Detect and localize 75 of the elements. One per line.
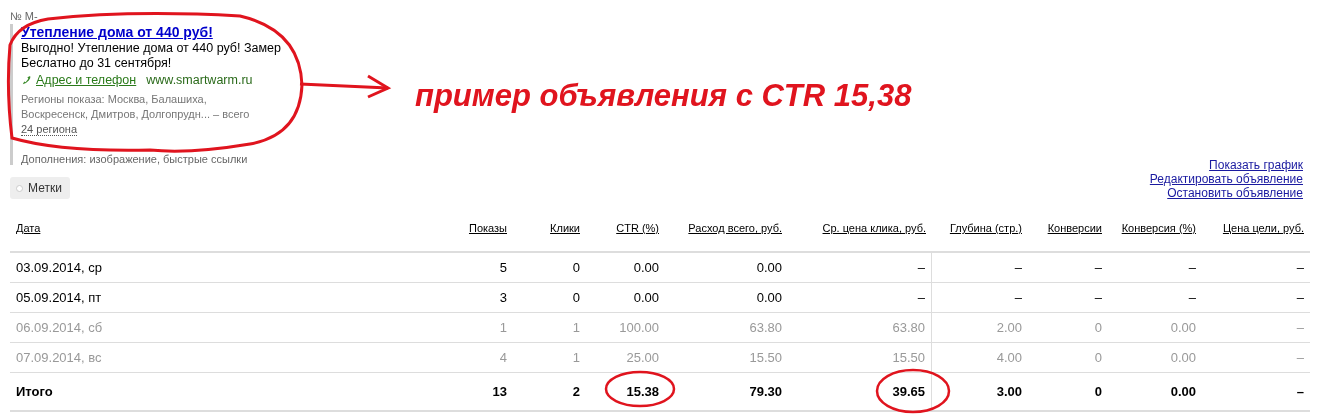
table-cell: 100.00 (619, 320, 659, 335)
ad-domain: www.smartwarm.ru (146, 73, 253, 87)
table-cell: 25.00 (626, 350, 659, 365)
action-link[interactable]: Показать график (1209, 158, 1303, 172)
total-cell: 0.00 (1170, 384, 1196, 399)
table-cell: 0.00 (1170, 320, 1196, 335)
ad-extras: Дополнения: изображение, быстрые ссылки (21, 153, 249, 165)
table-cell: – (1296, 260, 1304, 275)
column-header[interactable]: Цена цели, руб. (1222, 222, 1304, 234)
table-cell: 15.50 (892, 350, 925, 365)
tags-button[interactable]: Метки (10, 177, 70, 199)
table-cell: 4 (499, 350, 507, 365)
table-cell: – (1094, 290, 1102, 305)
total-cell: 3.00 (996, 384, 1022, 399)
total-cell: 39.65 (892, 384, 925, 399)
table-cell: 63.80 (892, 320, 925, 335)
table-cell: 06.09.2014, сб (16, 320, 103, 335)
total-cell: 2 (572, 384, 580, 399)
annotation-circle (604, 370, 676, 408)
table-cell: 1 (572, 320, 580, 335)
column-header[interactable]: Дата (16, 222, 41, 234)
table-cell: 0 (1094, 320, 1102, 335)
table-cell: – (1296, 320, 1304, 335)
column-header[interactable]: Конверсии (1047, 222, 1102, 234)
annotation-text: пример объявления с CTR 15,38 (415, 78, 912, 115)
table-cell: 1 (572, 350, 580, 365)
table-cell: 63.80 (749, 320, 782, 335)
table-cell: 0.00 (1170, 350, 1196, 365)
table-cell: – (1014, 260, 1022, 275)
table-cell: 0 (572, 260, 580, 275)
table-cell: 05.09.2014, пт (16, 290, 102, 305)
table-cell: 03.09.2014, ср (16, 260, 103, 275)
column-header[interactable]: Глубина (стр.) (949, 222, 1022, 234)
total-cell: Итого (16, 384, 53, 399)
column-header[interactable]: Ср. цена клика, руб. (822, 222, 926, 234)
table-cell: 1 (499, 320, 507, 335)
table-cell: 3 (499, 290, 507, 305)
table-cell: 0.00 (756, 260, 782, 275)
ad-title-link[interactable]: Утепление дома от 440 руб! (21, 24, 306, 40)
action-link[interactable]: Редактировать объявление (1149, 172, 1303, 186)
regions-text: Регионы показа: Москва, Балашиха, Воскресенск, Дмитров, Долгопрудн... – всего (21, 93, 250, 120)
table-cell: – (917, 260, 925, 275)
table-cell: – (917, 290, 925, 305)
column-header[interactable]: Конверсия (%) (1121, 222, 1196, 234)
table-cell: 07.09.2014, вс (16, 350, 102, 365)
regions-link[interactable]: 24 региона (21, 123, 77, 136)
action-link[interactable]: Остановить объявление (1167, 186, 1303, 200)
total-cell: 13 (492, 384, 507, 399)
table-cell: 0.00 (756, 290, 782, 305)
table-cell: 0 (1094, 350, 1102, 365)
contact-link[interactable]: Адрес и телефон (36, 73, 137, 87)
ad-text: Выгодно! Утепление дома от 440 руб! Замер Беслатно до 31 сентября! (21, 41, 282, 71)
column-header[interactable]: Расход всего, руб. (688, 222, 782, 234)
total-cell: – (1296, 384, 1304, 399)
total-cell: 15.38 (626, 384, 659, 399)
table-cell: 15.50 (749, 350, 782, 365)
table-cell: – (1014, 290, 1022, 305)
ad-number: № M- (10, 10, 39, 22)
table-cell: 0.00 (633, 290, 659, 305)
table-cell: – (1094, 260, 1102, 275)
phone-icon (21, 74, 32, 86)
table-cell: 0 (572, 290, 580, 305)
table-cell: – (1296, 350, 1304, 365)
column-header[interactable]: Клики (550, 222, 580, 234)
column-header[interactable]: CTR (%) (616, 222, 659, 234)
table-cell: 5 (499, 260, 507, 275)
table-cell: – (1296, 290, 1304, 305)
table-cell: – (1188, 290, 1196, 305)
table-cell: 2.00 (996, 320, 1022, 335)
table-cell: 0.00 (633, 260, 659, 275)
table-cell: 4.00 (996, 350, 1022, 365)
table-cell: – (1188, 260, 1196, 275)
total-cell: 0 (1094, 384, 1102, 399)
column-header[interactable]: Показы (468, 222, 507, 234)
total-cell: 79.30 (749, 384, 782, 399)
